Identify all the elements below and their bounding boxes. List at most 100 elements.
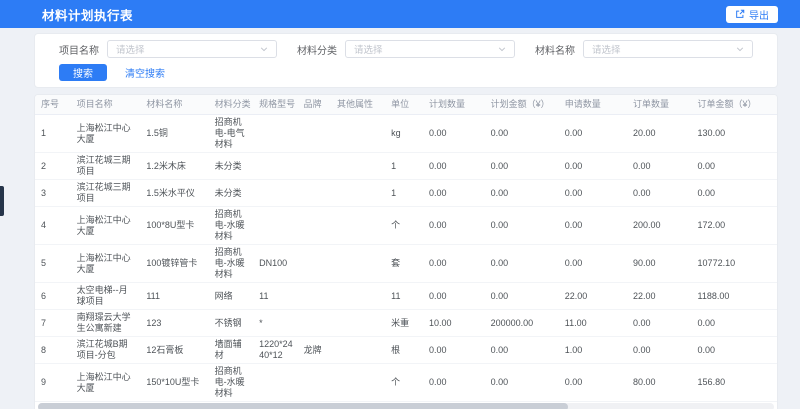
column-header: 规格型号 — [253, 95, 298, 115]
table-row: 2滨江花城三期项目1.2米木床未分类10.000.000.000.000.00 — [35, 153, 777, 180]
export-icon — [735, 9, 745, 19]
material-name-select[interactable]: 请选择 — [583, 40, 753, 58]
material-category-select[interactable]: 请选择 — [345, 40, 515, 58]
table-row: 6太空电梯--月球项目111网络11110.000.0022.0022.0011… — [35, 283, 777, 310]
table-cell: 0.00 — [692, 153, 777, 180]
table-cell: 未分类 — [209, 153, 254, 180]
table-row: 5上海松江中心大厦100镀锌管卡招商机电-水暖材料DN100套0.000.000… — [35, 245, 777, 283]
table-cell: 130.00 — [692, 115, 777, 153]
table-cell: 米重 — [385, 310, 423, 337]
clear-search-link[interactable]: 清空搜索 — [125, 65, 165, 80]
column-header: 计划数量 — [423, 95, 485, 115]
table-cell — [331, 153, 385, 180]
column-header: 订单数量 — [627, 95, 692, 115]
table-cell: 22.00 — [559, 283, 627, 310]
table-cell: 0.00 — [485, 245, 559, 283]
table-cell: 123 — [140, 310, 208, 337]
table-cell: 0.00 — [692, 337, 777, 364]
column-header: 材料分类 — [209, 95, 254, 115]
table-cell — [331, 364, 385, 402]
table-cell: 0.00 — [559, 153, 627, 180]
filter-project-name: 项目名称 请选择 — [59, 40, 277, 58]
table-cell: 6 — [35, 283, 71, 310]
filter-label-category: 材料分类 — [297, 42, 337, 57]
select-placeholder: 请选择 — [116, 42, 145, 56]
table-cell: 10772.10 — [692, 245, 777, 283]
table-cell: 111 — [140, 283, 208, 310]
table-cell — [331, 310, 385, 337]
table-cell: 200.00 — [627, 207, 692, 245]
table-cell: 150*10U型卡 — [140, 364, 208, 402]
table-cell: 不锈钢 — [209, 310, 254, 337]
table-row: 4上海松江中心大厦100*8U型卡招商机电-水暖材料个0.000.000.002… — [35, 207, 777, 245]
select-placeholder: 请选择 — [354, 42, 383, 56]
table-cell: 1.5铜 — [140, 115, 208, 153]
export-label: 导出 — [749, 7, 769, 22]
table-cell: 上海松江中心大厦 — [71, 245, 141, 283]
table-cell — [331, 115, 385, 153]
table-body: 1上海松江中心大厦1.5铜招商机电-电气材料kg0.000.000.0020.0… — [35, 115, 777, 402]
table-cell — [331, 180, 385, 207]
filter-label-material: 材料名称 — [535, 42, 575, 57]
column-header: 申请数量 — [559, 95, 627, 115]
table-row: 8滨江花城B期项目-分包12石膏板墙面辅材1220*2440*12龙牌根0.00… — [35, 337, 777, 364]
table-cell: 0.00 — [485, 153, 559, 180]
table-cell: 172.00 — [692, 207, 777, 245]
table-cell: 12石膏板 — [140, 337, 208, 364]
filter-row: 项目名称 请选择 材料分类 请选择 材料名称 请选择 — [59, 40, 753, 58]
table-cell — [298, 245, 331, 283]
project-name-select[interactable]: 请选择 — [107, 40, 277, 58]
table-cell — [298, 180, 331, 207]
table-cell — [253, 180, 298, 207]
table-cell: 上海松江中心大厦 — [71, 207, 141, 245]
filter-panel: 项目名称 请选择 材料分类 请选择 材料名称 请选择 搜索 清空搜索 — [34, 33, 778, 88]
table-cell: 未分类 — [209, 180, 254, 207]
table-cell: 龙牌 — [298, 337, 331, 364]
table-scroll-area: 序号项目名称材料名称材料分类规格型号品牌其他属性单位计划数量计划金额（¥）申请数… — [35, 95, 777, 402]
column-header: 计划金额（¥） — [485, 95, 559, 115]
table-cell: 滨江花城三期项目 — [71, 153, 141, 180]
table-cell: 1.5米水平仪 — [140, 180, 208, 207]
column-header: 品牌 — [298, 95, 331, 115]
table-cell — [331, 207, 385, 245]
table-cell: 8 — [35, 337, 71, 364]
table-cell — [298, 310, 331, 337]
table-cell: 90.00 — [627, 245, 692, 283]
table-cell: 0.00 — [423, 337, 485, 364]
table-cell: 11.00 — [559, 310, 627, 337]
table-row: 9上海松江中心大厦150*10U型卡招商机电-水暖材料个0.000.000.00… — [35, 364, 777, 402]
table-cell: 上海松江中心大厦 — [71, 364, 141, 402]
table-cell: 招商机电-水暖材料 — [209, 245, 254, 283]
table-cell: 5 — [35, 245, 71, 283]
table-cell — [298, 364, 331, 402]
table-cell: 0.00 — [559, 115, 627, 153]
table-row: 7南翔璟云大学生公寓新建123不锈钢*米重10.00200000.0011.00… — [35, 310, 777, 337]
table-cell: 招商机电-水暖材料 — [209, 364, 254, 402]
table-cell: 0.00 — [485, 180, 559, 207]
table-cell: 0.00 — [485, 283, 559, 310]
horizontal-scrollbar-thumb[interactable] — [38, 403, 568, 409]
table-cell: 0.00 — [423, 283, 485, 310]
table-cell: 个 — [385, 364, 423, 402]
topbar: 材料计划执行表 导出 — [0, 0, 800, 28]
table-cell: 0.00 — [627, 337, 692, 364]
page-title: 材料计划执行表 — [42, 5, 133, 24]
table-cell: DN100 — [253, 245, 298, 283]
table-cell: 1.00 — [559, 337, 627, 364]
table-cell: 1.2米木床 — [140, 153, 208, 180]
chevron-down-icon — [260, 45, 268, 53]
table-cell — [331, 245, 385, 283]
table-cell: 1 — [35, 115, 71, 153]
table-cell: 1 — [385, 153, 423, 180]
table-cell: 2 — [35, 153, 71, 180]
table-cell: * — [253, 310, 298, 337]
table-header-row: 序号项目名称材料名称材料分类规格型号品牌其他属性单位计划数量计划金额（¥）申请数… — [35, 95, 777, 115]
table-cell: 根 — [385, 337, 423, 364]
export-button[interactable]: 导出 — [726, 6, 778, 23]
table-panel: 序号项目名称材料名称材料分类规格型号品牌其他属性单位计划数量计划金额（¥）申请数… — [34, 94, 778, 409]
search-button[interactable]: 搜索 — [59, 64, 107, 81]
table-cell: 0.00 — [627, 310, 692, 337]
table-cell: 100镀锌管卡 — [140, 245, 208, 283]
table-cell — [298, 153, 331, 180]
table-cell: 0.00 — [485, 337, 559, 364]
